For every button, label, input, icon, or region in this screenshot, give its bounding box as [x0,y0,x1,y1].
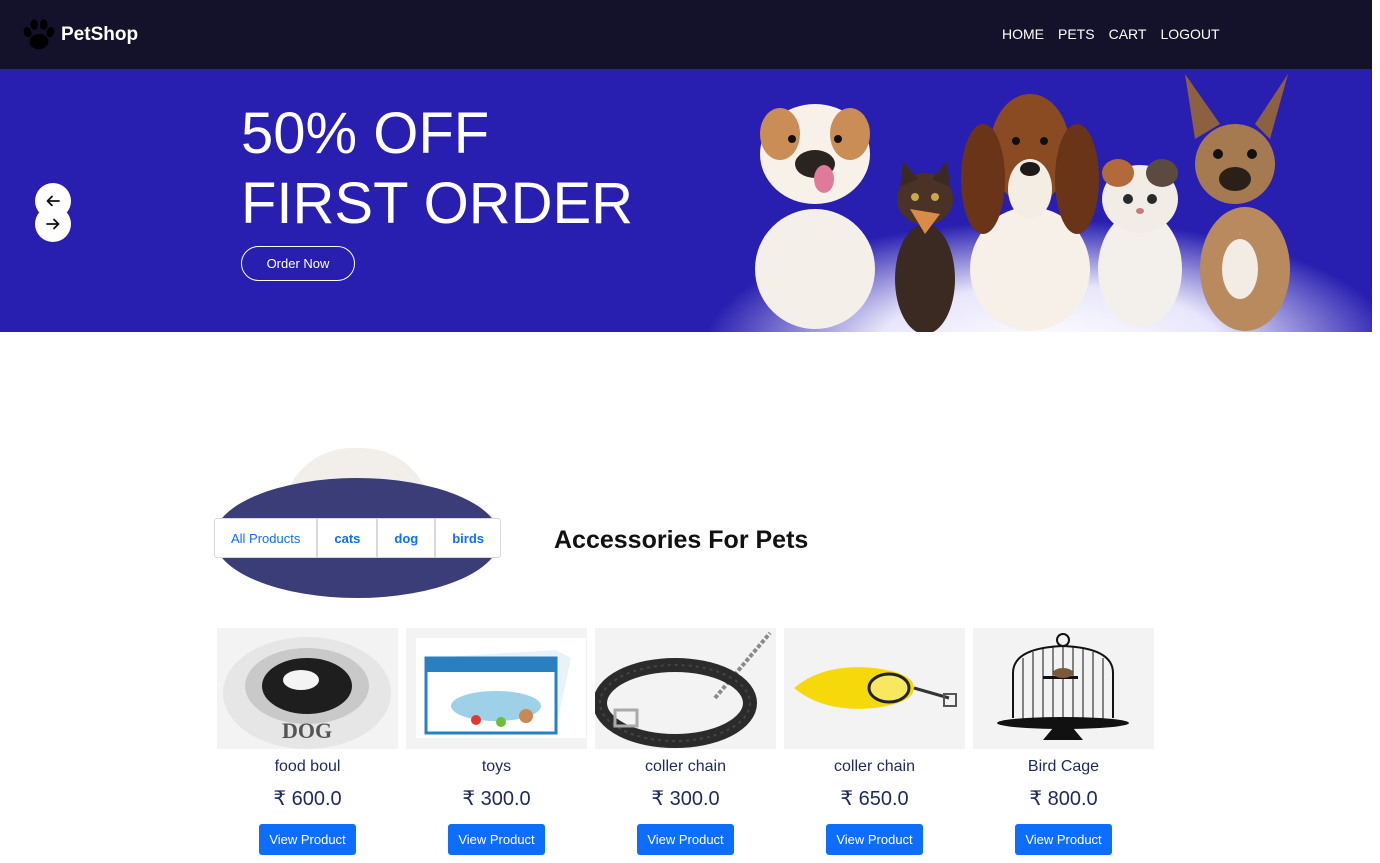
hero-title-line1: 50% OFF [241,101,490,166]
view-product-button[interactable]: View Product [637,824,734,855]
product-price: ₹ 300.0 [462,788,531,810]
basset-hound-icon [961,94,1099,331]
toy-box-icon [406,628,587,749]
product-card: toys ₹ 300.0 View Product [406,628,587,855]
order-now-button[interactable]: Order Now [241,246,355,281]
product-price: ₹ 800.0 [1029,788,1098,810]
view-product-button[interactable]: View Product [1015,824,1112,855]
bird-cage-icon [973,628,1154,749]
product-card: coller chain ₹ 650.0 View Product [784,628,965,855]
product-image[interactable]: DOG [217,628,398,749]
product-card: coller chain ₹ 300.0 View Product [595,628,776,855]
carousel-next-button[interactable] [35,206,71,242]
category-filter-group: All Products cats dog birds [214,518,502,558]
nav-home[interactable]: HOME [1002,26,1044,42]
navbar: PetShop HOME PETS CART LOGOUT [0,0,1372,69]
filter-cats[interactable]: cats [317,518,378,558]
nav-cart[interactable]: CART [1109,26,1147,42]
category-filter-area: All Products cats dog birds [214,448,504,603]
nav-logout[interactable]: LOGOUT [1160,26,1219,42]
product-image[interactable] [406,628,587,749]
product-price: ₹ 300.0 [651,788,720,810]
section-title: Accessories For Pets [554,526,809,554]
product-name: food boul [274,758,341,775]
bulldog-icon [755,104,875,329]
product-image[interactable] [595,628,776,749]
product-name: coller chain [834,758,915,775]
svg-text:DOG: DOG [282,718,332,743]
view-product-button[interactable]: View Product [448,824,545,855]
hero-carousel: 50% OFF FIRST ORDER Order Now [0,69,1372,332]
nav-pets[interactable]: PETS [1058,26,1095,42]
paw-icon [23,19,55,50]
product-price: ₹ 600.0 [273,788,342,810]
collar-icon [595,628,776,749]
nav-links: HOME PETS CART LOGOUT [1002,26,1220,42]
view-product-button[interactable]: View Product [826,824,923,855]
product-name: coller chain [645,758,726,775]
french-bulldog-icon [1185,74,1290,331]
leash-icon [784,628,965,749]
filter-dog[interactable]: dog [377,518,436,558]
product-price: ₹ 650.0 [840,788,909,810]
product-grid: DOG food boul ₹ 600.0 View Product toys … [217,628,1154,855]
persian-cat-icon [1098,159,1182,327]
product-image[interactable] [784,628,965,749]
pets-group-image [755,74,1290,332]
brand[interactable]: PetShop [20,16,138,54]
product-name: toys [481,758,512,775]
cat-icon [895,161,955,332]
hero-title-line2: FIRST ORDER [241,171,634,236]
arrow-right-icon [46,218,60,230]
food-bowl-icon: DOG [217,628,398,749]
view-product-button[interactable]: View Product [259,824,356,855]
filter-birds[interactable]: birds [435,518,502,558]
brand-name: PetShop [61,24,139,45]
filter-all-products[interactable]: All Products [214,518,318,558]
product-card: DOG food boul ₹ 600.0 View Product [217,628,398,855]
product-card: Bird Cage ₹ 800.0 View Product [973,628,1154,855]
product-name: Bird Cage [1027,758,1100,775]
product-image[interactable] [973,628,1154,749]
